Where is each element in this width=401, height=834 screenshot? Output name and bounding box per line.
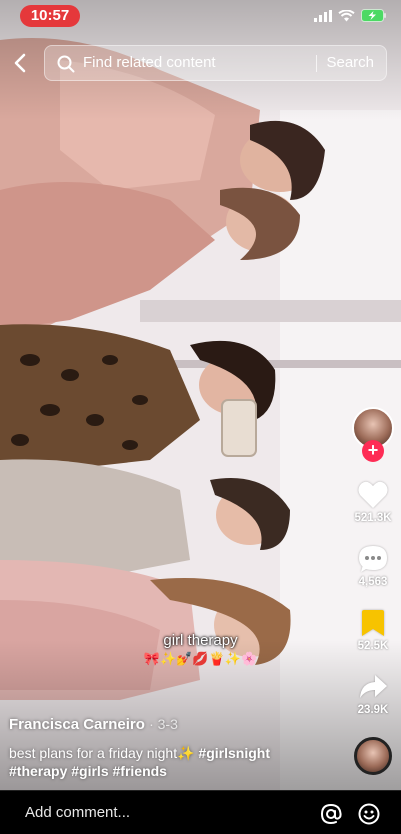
sound-disc-avatar[interactable] — [354, 737, 392, 775]
comment-button[interactable]: 4,563 — [346, 544, 400, 588]
share-button[interactable]: 23.9K — [346, 672, 400, 716]
like-button[interactable]: 521.3K — [346, 480, 400, 524]
cellular-signal-icon — [314, 9, 332, 22]
follow-plus-icon[interactable]: + — [362, 440, 384, 462]
caption-emojis: 🎀✨💅💋🍟✨🌸 — [143, 651, 258, 666]
mention-icon[interactable] — [320, 803, 342, 825]
back-arrow-icon[interactable] — [8, 50, 32, 76]
heart-icon — [358, 481, 388, 508]
search-bar[interactable]: Find related content Search — [44, 45, 387, 81]
battery-charging-icon — [361, 9, 386, 22]
post-date: 3-3 — [157, 716, 178, 732]
search-button[interactable]: Search — [326, 46, 374, 80]
status-icons — [314, 9, 387, 22]
search-icon — [57, 55, 75, 73]
emoji-icon[interactable] — [358, 803, 380, 825]
share-arrow-icon — [360, 675, 387, 698]
search-divider — [316, 55, 317, 72]
hashtag[interactable]: #girlsnight — [198, 745, 270, 761]
video-player[interactable] — [0, 0, 401, 790]
hashtag[interactable]: #girls — [71, 763, 108, 779]
like-count: 521.3K — [354, 512, 392, 524]
search-input[interactable]: Find related content — [83, 46, 216, 80]
author-name[interactable]: Francisca Carneiro — [9, 716, 145, 733]
wifi-icon — [338, 9, 355, 21]
comment-bubble-icon — [359, 546, 387, 572]
comment-count: 4,563 — [358, 576, 388, 588]
share-count: 23.9K — [357, 704, 389, 716]
video-frame — [0, 0, 401, 790]
comment-input[interactable]: Add comment... — [25, 791, 130, 834]
author-row: Francisca Carneiro · 3-3 — [9, 716, 178, 733]
hashtag[interactable]: #friends — [113, 763, 167, 779]
caption-sticker: girl therapy — [163, 632, 238, 649]
status-time: 10:57 — [20, 5, 80, 27]
status-bar: 10:57 — [0, 0, 401, 34]
description-text: best plans for a friday night✨ — [9, 745, 195, 761]
post-description: best plans for a friday night✨ #girlsnig… — [9, 744, 339, 780]
comment-bar: Add comment... — [0, 790, 401, 834]
hashtag[interactable]: #therapy — [9, 763, 67, 779]
